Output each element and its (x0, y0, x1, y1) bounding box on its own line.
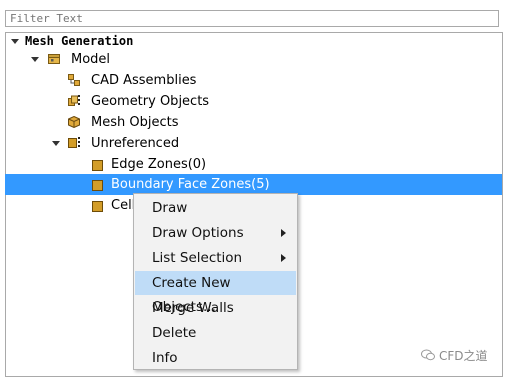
watermark-text: CFD之道 (439, 349, 488, 363)
tree-node-label: Cell (111, 198, 136, 213)
menu-item-label: List Selection (152, 250, 243, 266)
menu-item-label: Info (152, 350, 178, 366)
tree-node-edge-zones[interactable]: Edge Zones(0) (91, 154, 291, 175)
menu-item-draw[interactable]: Draw (135, 196, 296, 220)
menu-item-info[interactable]: Info (135, 346, 296, 370)
mesh-objects-icon (68, 116, 80, 128)
menu-item-delete[interactable]: Delete (135, 321, 296, 345)
tree-node-label: Mesh Objects (91, 115, 179, 130)
tree-node-model[interactable]: Model (30, 49, 230, 70)
tree-node-label: Geometry Objects (91, 94, 210, 109)
tree-node-label: Model (71, 52, 111, 67)
menu-item-label: Delete (152, 325, 197, 341)
menu-item-list-selection[interactable]: List Selection (135, 246, 296, 270)
tree-node-geometry-objects[interactable]: Geometry Objects (68, 91, 268, 112)
menu-item-label: Draw Options (152, 225, 244, 241)
tree-node-unreferenced[interactable]: Unreferenced (51, 133, 251, 154)
tree-node-label: Unreferenced (91, 136, 180, 151)
unreferenced-icon (68, 137, 80, 148)
tree-node-label: Boundary Face Zones(5) (111, 177, 270, 192)
tree-node-label: Edge Zones(0) (111, 157, 207, 172)
cad-assemblies-icon (68, 74, 80, 86)
menu-item-draw-options[interactable]: Draw Options (135, 221, 296, 245)
filter-text-input[interactable] (5, 10, 499, 27)
expand-arrow-icon[interactable] (11, 39, 19, 44)
tree-node-mesh-objects[interactable]: Mesh Objects (68, 112, 268, 133)
zone-icon (92, 201, 103, 212)
submenu-arrow-icon (281, 229, 286, 237)
tree-node-cad-assemblies[interactable]: CAD Assemblies (68, 70, 268, 91)
expand-arrow-icon[interactable] (52, 141, 60, 146)
model-icon (48, 54, 60, 64)
submenu-arrow-icon (281, 254, 286, 262)
geometry-objects-icon (68, 95, 80, 106)
tree-node-label: CAD Assemblies (91, 73, 197, 88)
zone-icon (92, 180, 103, 191)
menu-item-create-new-objects[interactable]: Create New Objects... (135, 271, 296, 315)
tree-node-boundary-face-zones[interactable]: Boundary Face Zones(5) (5, 174, 502, 195)
wechat-icon (421, 349, 435, 361)
zone-icon (92, 160, 103, 171)
context-menu: Draw Draw Options List Selection Create … (133, 193, 298, 370)
menu-item-label: Draw (152, 200, 188, 216)
expand-arrow-icon[interactable] (31, 57, 39, 62)
menu-item-label: Merge Walls (152, 300, 234, 316)
menu-item-merge-walls[interactable]: Merge Walls (135, 296, 296, 320)
